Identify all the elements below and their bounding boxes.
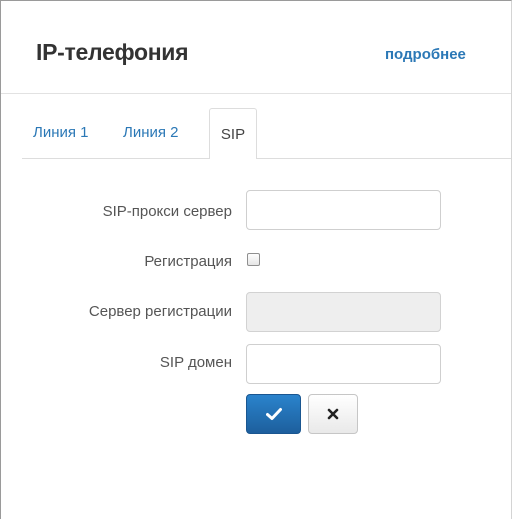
registration-checkbox[interactable] (247, 253, 260, 266)
cancel-button[interactable] (308, 394, 358, 434)
registration-label: Регистрация (144, 253, 232, 270)
apply-button[interactable] (246, 394, 301, 434)
registration-server-input[interactable] (246, 292, 441, 332)
tab-line-2[interactable]: Линия 2 (123, 108, 179, 158)
sip-proxy-input[interactable] (246, 190, 441, 230)
page-title: IP-телефония (36, 39, 189, 65)
registration-server-label: Сервер регистрации (88, 303, 232, 320)
sip-domain-input[interactable] (246, 344, 441, 384)
ip-telephony-panel: IP-телефония подробнее Линия 1 Линия 2 S… (0, 0, 512, 519)
more-details-link[interactable]: подробнее (385, 46, 466, 63)
tab-sip[interactable]: SIP (209, 108, 257, 159)
close-icon (327, 408, 339, 420)
check-icon (265, 408, 282, 420)
sip-proxy-label: SIP-прокси сервер (102, 203, 232, 220)
sip-domain-label: SIP домен (159, 354, 232, 371)
tab-bar: Линия 1 Линия 2 SIP (22, 108, 511, 159)
tab-line-1[interactable]: Линия 1 (33, 108, 89, 158)
panel-header: IP-телефония подробнее (1, 1, 511, 94)
